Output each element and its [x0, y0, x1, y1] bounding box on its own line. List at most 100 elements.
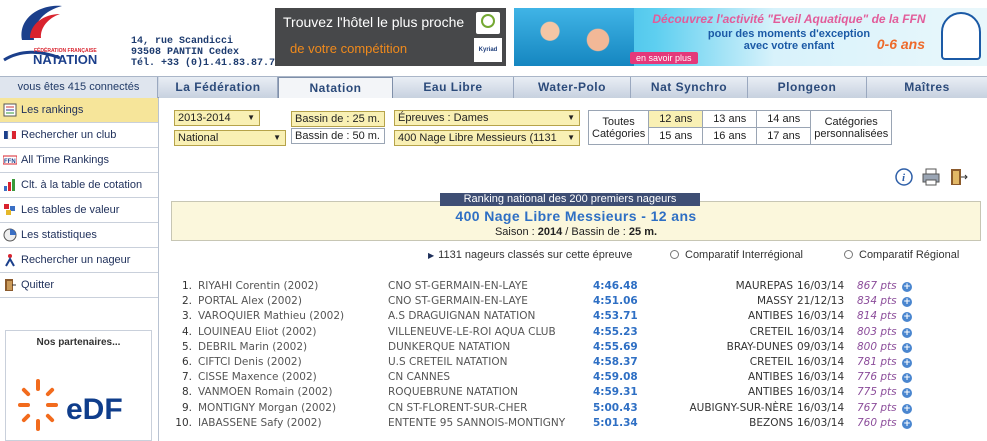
club-name-link[interactable]: CN ST-FLORENT-SUR-CHER: [388, 401, 527, 416]
club-name-link[interactable]: VILLENEUVE-LE-ROI AQUA CLUB: [388, 325, 556, 340]
pool-50-button[interactable]: Bassin de : 50 m.: [291, 128, 385, 144]
swimmer-name-link[interactable]: IABASSENE Safy (2002): [198, 416, 322, 431]
swimmer-name-link[interactable]: RIYAHI Corentin (2002): [198, 279, 318, 294]
plus-details-icon[interactable]: +: [902, 297, 912, 308]
swimmer-name-link[interactable]: MONTIGNY Morgan (2002): [198, 401, 336, 416]
age-13[interactable]: 13 ans: [702, 110, 758, 128]
eveil-aquatique-ad-banner[interactable]: Découvrez l'activité "Eveil Aquatique" d…: [514, 8, 987, 66]
meet-city: ANTIBES: [747, 386, 793, 399]
logo-natation-text: NATATION: [33, 52, 97, 67]
chevron-down-icon: ▼: [273, 133, 281, 142]
plus-details-icon[interactable]: +: [902, 312, 912, 323]
age-category-grid: Toutes Catégories 12 ans 13 ans 14 ans C…: [587, 110, 893, 145]
hotel-ad-banner[interactable]: Trouvez l'hôtel le plus proche de votre …: [275, 8, 506, 66]
swimmer-name-link[interactable]: VAROQUIER Mathieu (2002): [198, 309, 344, 324]
sidebar-item-quit[interactable]: Quitter: [0, 273, 158, 298]
ffn-ad-more-button[interactable]: en savoir plus: [630, 52, 698, 64]
plus-details-icon[interactable]: +: [902, 373, 912, 384]
sidebar-item-rankings[interactable]: Les rankings: [0, 98, 158, 123]
sidebar-item-stats[interactable]: Les statistiques: [0, 223, 158, 248]
plus-details-icon[interactable]: +: [902, 282, 912, 292]
sidebar-item-cotation[interactable]: Clt. à la table de cotation: [0, 173, 158, 198]
ffn-logo[interactable]: FÉDÉRATION FRANÇAISE NATATION: [0, 0, 128, 74]
radio-button-icon[interactable]: [670, 250, 679, 259]
age-16[interactable]: 16 ans: [702, 127, 758, 145]
sidebar-item-search-swimmer[interactable]: Rechercher un nageur: [0, 248, 158, 273]
age-15[interactable]: 15 ans: [648, 127, 704, 145]
plus-details-icon[interactable]: +: [902, 327, 912, 338]
ranking-caption: Ranking national des 200 premiers nageur…: [440, 193, 700, 206]
result-time-link[interactable]: 4:55.69: [593, 340, 638, 355]
result-time-link[interactable]: 4:53.71: [593, 309, 638, 324]
print-icon[interactable]: [922, 168, 940, 186]
exit-door-icon[interactable]: [951, 169, 968, 185]
radio-regional[interactable]: Comparatif Régional: [844, 249, 959, 261]
result-time-link[interactable]: 4:51.06: [593, 294, 638, 309]
swimmer-name-link[interactable]: DEBRIL Marin (2002): [198, 340, 307, 355]
tab-maitres[interactable]: Maîtres: [867, 77, 987, 98]
club-name-link[interactable]: CNO ST-GERMAIN-EN-LAYE: [388, 279, 528, 294]
swimmer-name-link[interactable]: PORTAL Alex (2002): [198, 294, 302, 309]
swimmer-name-link[interactable]: CIFTCI Denis (2002): [198, 355, 302, 370]
age-all-categories[interactable]: Toutes Catégories: [587, 110, 650, 145]
result-time-link[interactable]: 5:01.34: [593, 416, 638, 431]
club-name-link[interactable]: ROQUEBRUNE NATATION: [388, 385, 518, 400]
result-points: 775 pts: [857, 386, 897, 399]
season-value-text: 2014: [537, 226, 563, 238]
result-time-link[interactable]: 4:46.48: [593, 279, 638, 294]
season-select[interactable]: 2013-2014 ▼: [174, 110, 260, 126]
tab-water-polo[interactable]: Water-Polo: [514, 77, 631, 98]
tab-nat-synchro[interactable]: Nat Synchro: [631, 77, 748, 98]
age-14[interactable]: 14 ans: [756, 110, 812, 128]
club-name-link[interactable]: CNO ST-GERMAIN-EN-LAYE: [388, 294, 528, 309]
swimmer-count: ▶ 1131 nageurs classés sur cette épreuve: [428, 249, 632, 261]
result-rank: 2.: [181, 295, 192, 308]
events-group-select[interactable]: Épreuves : Dames ▼: [394, 110, 580, 126]
plus-details-icon[interactable]: +: [902, 418, 912, 429]
result-time-link[interactable]: 4:59.31: [593, 385, 638, 400]
pool-25-button[interactable]: Bassin de : 25 m.: [291, 111, 385, 127]
tab-plongeon[interactable]: Plongeon: [748, 77, 867, 98]
tab-eau-libre[interactable]: Eau Libre: [393, 77, 514, 98]
swimmer-name-link[interactable]: CISSE Maxence (2002): [198, 370, 317, 385]
partners-title: Nos partenaires...: [36, 337, 121, 348]
sidebar-item-tables[interactable]: Les tables de valeur: [0, 198, 158, 223]
level-select[interactable]: National ▼: [174, 130, 286, 146]
chevron-down-icon: ▼: [247, 113, 255, 122]
result-time-link[interactable]: 4:55.23: [593, 325, 638, 340]
event-select[interactable]: 400 Nage Libre Messieurs (1131 ▼: [394, 130, 580, 146]
swimmer-name-link[interactable]: VANMOEN Romain (2002): [198, 385, 332, 400]
result-time-link[interactable]: 5:00.43: [593, 401, 638, 416]
age-12[interactable]: 12 ans: [648, 110, 704, 128]
meet-date: 21/12/13: [797, 295, 845, 308]
club-name-link[interactable]: U.S CRETEIL NATATION: [388, 355, 507, 370]
result-time-link[interactable]: 4:59.08: [593, 370, 638, 385]
edf-logo[interactable]: eDF: [16, 375, 146, 435]
ffn-badge-icon: [941, 12, 981, 60]
result-points: 800 pts: [857, 340, 897, 353]
sidebar-item-search-club[interactable]: Rechercher un club: [0, 123, 158, 148]
tab-federation[interactable]: La Fédération: [159, 77, 278, 98]
plus-details-icon[interactable]: +: [902, 358, 912, 368]
info-icon[interactable]: i: [895, 168, 913, 186]
sidebar-item-all-time[interactable]: FFN All Time Rankings: [0, 148, 158, 173]
age-custom-categories[interactable]: Catégories personnalisées: [810, 110, 893, 145]
radio-interregional[interactable]: Comparatif Interrégional: [670, 249, 803, 261]
swimmer-name-link[interactable]: LOUINEAU Eliot (2002): [198, 325, 316, 340]
ranking-icon: [3, 103, 17, 117]
result-time-link[interactable]: 4:58.37: [593, 355, 638, 370]
age-17[interactable]: 17 ans: [756, 127, 812, 145]
plus-details-icon[interactable]: +: [902, 388, 912, 399]
radio-button-icon[interactable]: [844, 250, 853, 259]
plus-details-icon[interactable]: +: [902, 342, 912, 353]
table-row: 2. PORTAL Alex (2002) CNO ST-GERMAIN-EN-LA…: [160, 294, 987, 309]
club-name-link[interactable]: DUNKERQUE NATATION: [388, 340, 510, 355]
arrow-right-icon: ▶: [428, 251, 435, 260]
age-all-line1: Toutes: [602, 115, 635, 128]
club-name-link[interactable]: A.S DRAGUIGNAN NATATION: [388, 309, 535, 324]
tab-natation[interactable]: Natation: [278, 77, 393, 98]
stats-icon: [3, 228, 17, 242]
club-name-link[interactable]: CN CANNES: [388, 370, 450, 385]
club-name-link[interactable]: ENTENTE 95 SANNOIS-MONTIGNY: [388, 416, 565, 431]
plus-details-icon[interactable]: +: [902, 403, 912, 414]
